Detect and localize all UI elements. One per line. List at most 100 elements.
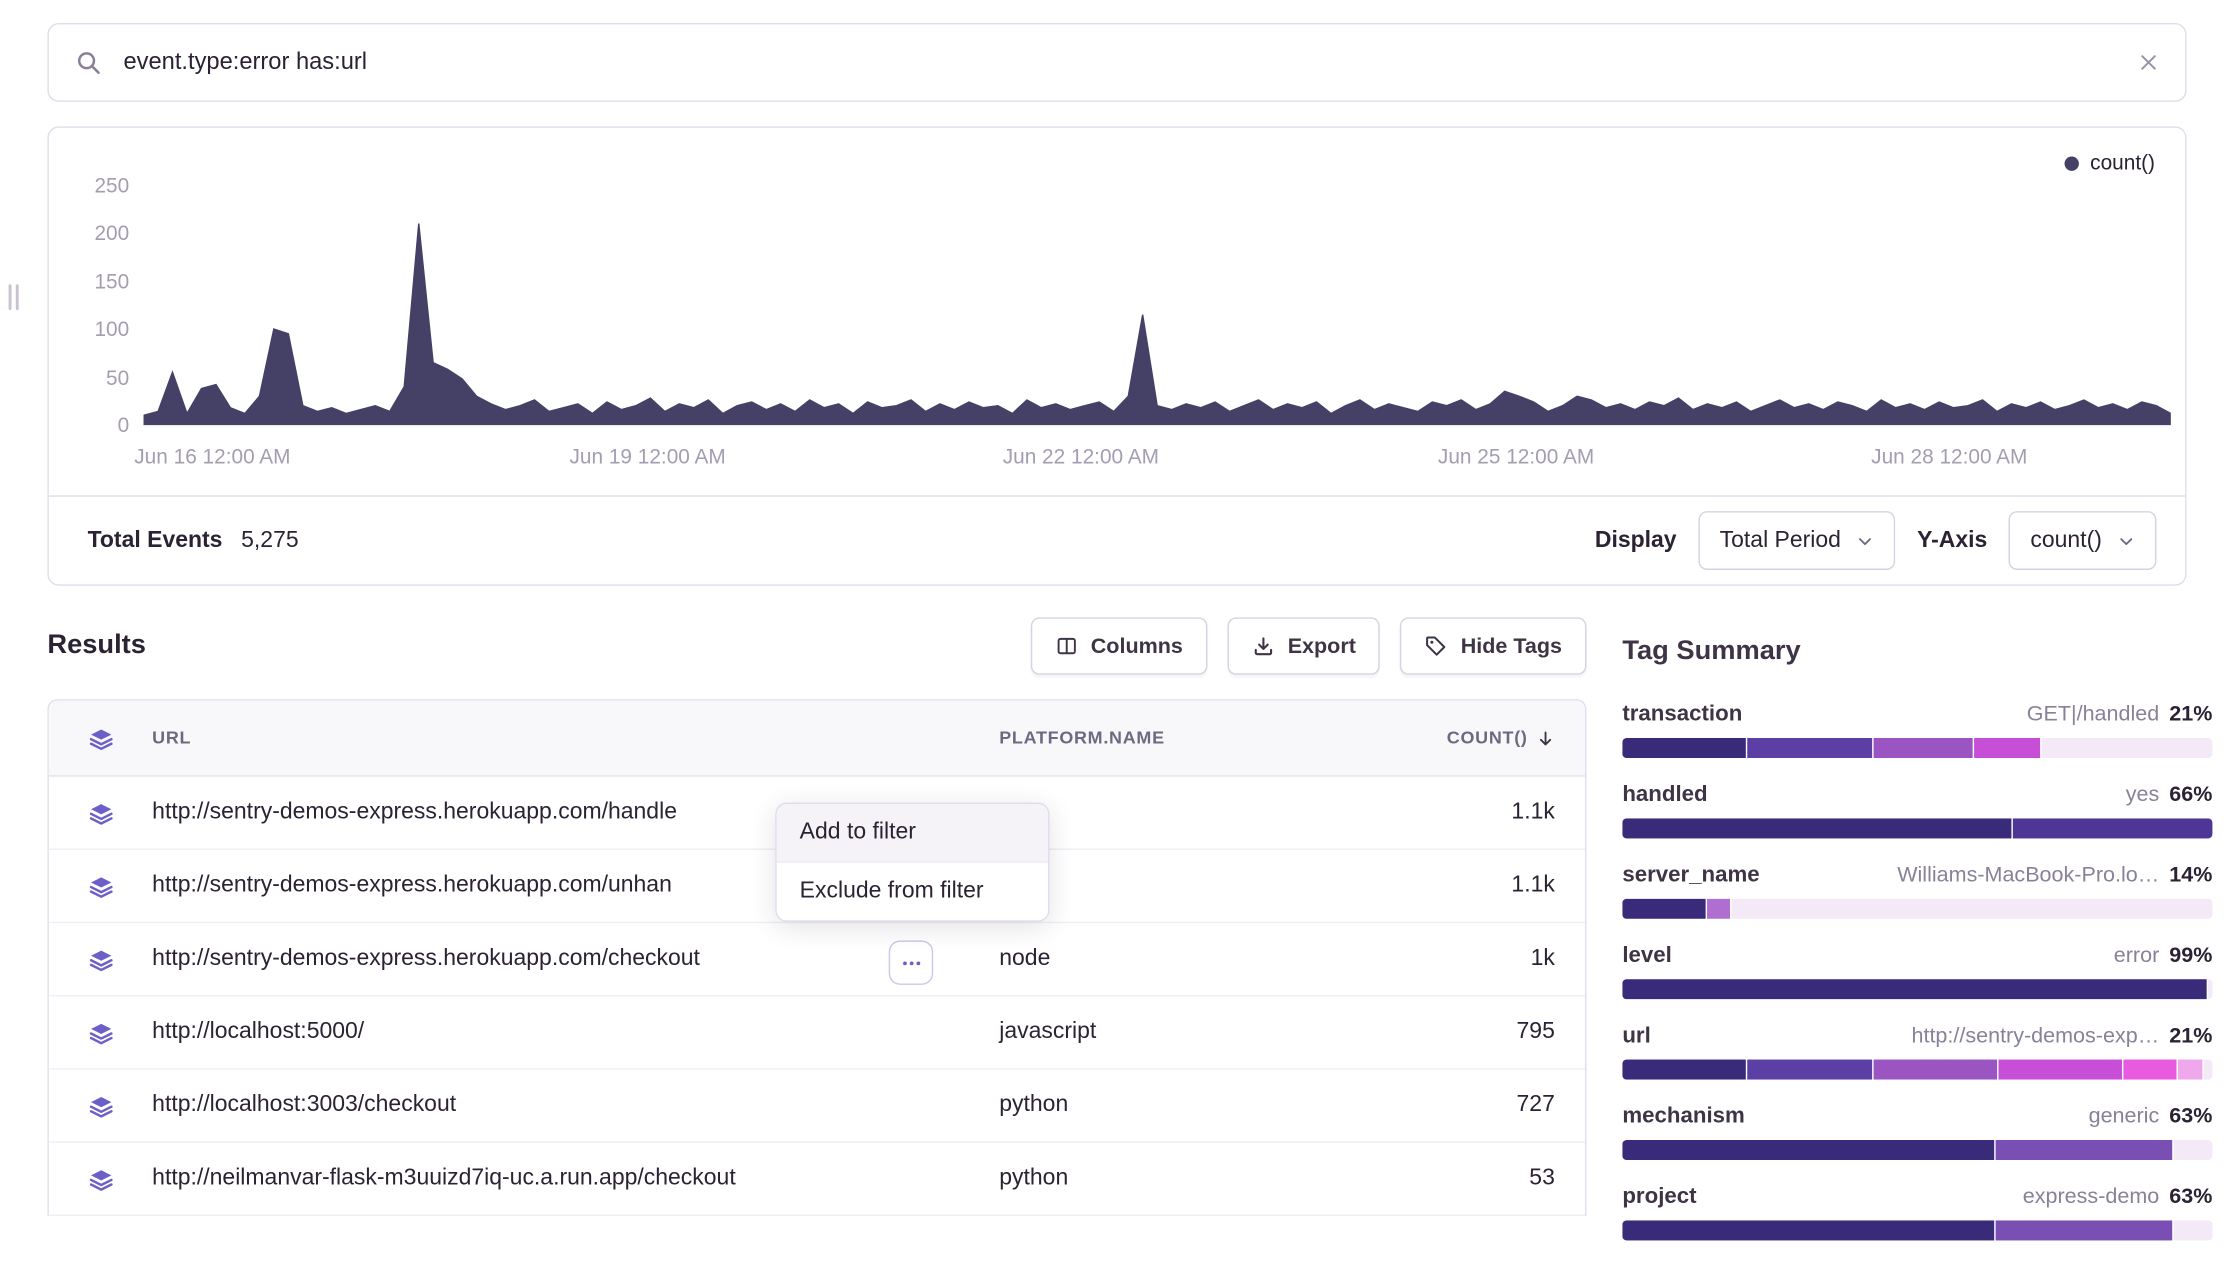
tag-item-server-name: server_name Williams-MacBook-Pro.lo… 14% [1622, 863, 2212, 919]
tag-item-mechanism: mechanism generic 63% [1622, 1104, 2212, 1160]
tag-summary-panel: Tag Summary transaction GET|/handled 21%… [1622, 636, 2212, 1265]
table-row[interactable]: http://localhost:3003/checkout python 72… [49, 1070, 1585, 1143]
header-count[interactable]: COUNT() [1384, 728, 1585, 748]
count-cell[interactable]: 53 [1384, 1166, 1585, 1192]
events-chart-panel: count() 250 200 150 100 50 0 Jun 16 12:0… [47, 126, 2186, 585]
table-header-row: URL PLATFORM.NAME COUNT() [49, 701, 1585, 777]
display-select[interactable]: Total Period [1698, 511, 1895, 570]
y-tick: 150 [49, 271, 129, 294]
tag-name: project [1622, 1184, 1696, 1210]
download-icon [1252, 635, 1275, 658]
layers-icon [49, 947, 152, 971]
count-cell[interactable]: 1k [1384, 946, 1585, 972]
count-cell[interactable]: 795 [1384, 1019, 1585, 1045]
total-events-value: 5,275 [241, 528, 298, 554]
tag-name: server_name [1622, 863, 1759, 889]
tag-bar[interactable] [1622, 899, 2212, 919]
tag-percentage: 63% [2169, 1184, 2212, 1208]
hide-tags-button[interactable]: Hide Tags [1400, 617, 1586, 674]
tag-bar[interactable] [1622, 1220, 2212, 1240]
tag-icon [1425, 635, 1448, 658]
columns-button[interactable]: Columns [1030, 617, 1207, 674]
chart-footer: Total Events 5,275 Display Total Period … [49, 495, 2185, 584]
chart-area-path [144, 224, 2171, 425]
x-tick: Jun 25 12:00 AM [1438, 447, 1594, 470]
tag-top-value: http://sentry-demos-exp… [1911, 1024, 2159, 1048]
tag-name: handled [1622, 782, 1707, 808]
platform-cell[interactable]: node [999, 946, 1384, 972]
header-url[interactable]: URL [152, 728, 999, 748]
count-cell[interactable]: 1.1k [1384, 800, 1585, 826]
legend-label: count() [2090, 152, 2155, 175]
chevron-down-icon [2118, 532, 2135, 549]
tag-top-value: GET|/handled [2027, 702, 2160, 726]
tag-bar[interactable] [1622, 1140, 2212, 1160]
tag-bar[interactable] [1622, 1060, 2212, 1080]
clear-search-icon[interactable] [2138, 52, 2160, 74]
y-axis-select[interactable]: count() [2009, 511, 2157, 570]
y-tick: 200 [49, 223, 129, 246]
tag-bar[interactable] [1622, 818, 2212, 838]
context-menu: Add to filter Exclude from filter [775, 803, 1049, 922]
header-count-label: COUNT() [1447, 728, 1528, 748]
display-label: Display [1595, 528, 1677, 554]
chevron-down-icon [1857, 532, 1874, 549]
tag-percentage: 14% [2169, 863, 2212, 887]
layers-icon [49, 1093, 152, 1117]
tag-top-value: express-demo [2023, 1184, 2159, 1208]
results-table: URL PLATFORM.NAME COUNT() http://sentry-… [47, 699, 1586, 1216]
tag-item-handled: handled yes 66% [1622, 782, 2212, 838]
tag-percentage: 21% [2169, 702, 2212, 726]
table-row[interactable]: http://sentry-demos-express.herokuapp.co… [49, 923, 1585, 996]
results-header: Results Columns Export Hide Tags [47, 617, 1586, 674]
count-cell[interactable]: 727 [1384, 1093, 1585, 1119]
tag-top-value: error [2114, 943, 2159, 967]
y-axis-label: Y-Axis [1917, 528, 1987, 554]
x-tick: Jun 16 12:00 AM [134, 447, 290, 470]
total-events-label: Total Events [88, 528, 223, 554]
header-platform[interactable]: PLATFORM.NAME [999, 728, 1384, 748]
platform-cell[interactable]: python [999, 1093, 1384, 1119]
layers-icon [49, 874, 152, 898]
table-row[interactable]: http://neilmanvar-flask-m3uuizd7iq-uc.a.… [49, 1143, 1585, 1216]
y-tick: 250 [49, 175, 129, 198]
chart-legend[interactable]: count() [2064, 152, 2155, 175]
display-select-value: Total Period [1720, 528, 1841, 554]
tag-percentage: 99% [2169, 943, 2212, 967]
search-input[interactable] [121, 47, 2119, 77]
cell-actions-button[interactable] [889, 940, 934, 985]
tag-percentage: 66% [2169, 782, 2212, 806]
tag-top-value: yes [2126, 782, 2160, 806]
tag-bar[interactable] [1622, 979, 2212, 999]
tag-item-url: url http://sentry-demos-exp… 21% [1622, 1024, 2212, 1080]
count-cell[interactable]: 1.1k [1384, 873, 1585, 899]
tag-bar[interactable] [1622, 738, 2212, 758]
layers-icon [49, 1020, 152, 1044]
menu-item-add-to-filter[interactable]: Add to filter [777, 804, 1048, 861]
export-button-label: Export [1288, 634, 1356, 658]
table-row[interactable]: http://localhost:5000/ javascript 795 [49, 996, 1585, 1069]
search-icon [75, 49, 102, 76]
y-tick: 50 [49, 367, 129, 390]
tag-percentage: 21% [2169, 1024, 2212, 1048]
sidebar-collapse-handle[interactable] [9, 284, 26, 310]
platform-cell[interactable]: python [999, 1166, 1384, 1192]
layers-icon [49, 1167, 152, 1191]
url-cell[interactable]: http://localhost:3003/checkout [152, 1093, 999, 1119]
tag-top-value: Williams-MacBook-Pro.lo… [1897, 863, 2159, 887]
tag-name: transaction [1622, 702, 1742, 728]
ellipsis-icon [899, 951, 922, 974]
x-tick: Jun 22 12:00 AM [1003, 447, 1159, 470]
url-cell[interactable]: http://sentry-demos-express.herokuapp.co… [152, 946, 999, 972]
x-tick: Jun 19 12:00 AM [569, 447, 725, 470]
url-cell[interactable]: http://neilmanvar-flask-m3uuizd7iq-uc.a.… [152, 1166, 999, 1192]
url-cell[interactable]: http://localhost:5000/ [152, 1019, 999, 1045]
events-chart-svg[interactable] [144, 185, 2171, 426]
layers-icon [49, 726, 152, 750]
export-button[interactable]: Export [1227, 617, 1380, 674]
results-heading: Results [47, 630, 146, 662]
menu-item-exclude-from-filter[interactable]: Exclude from filter [777, 861, 1048, 920]
layers-icon [49, 800, 152, 824]
search-bar [47, 23, 2186, 102]
platform-cell[interactable]: javascript [999, 1019, 1384, 1045]
